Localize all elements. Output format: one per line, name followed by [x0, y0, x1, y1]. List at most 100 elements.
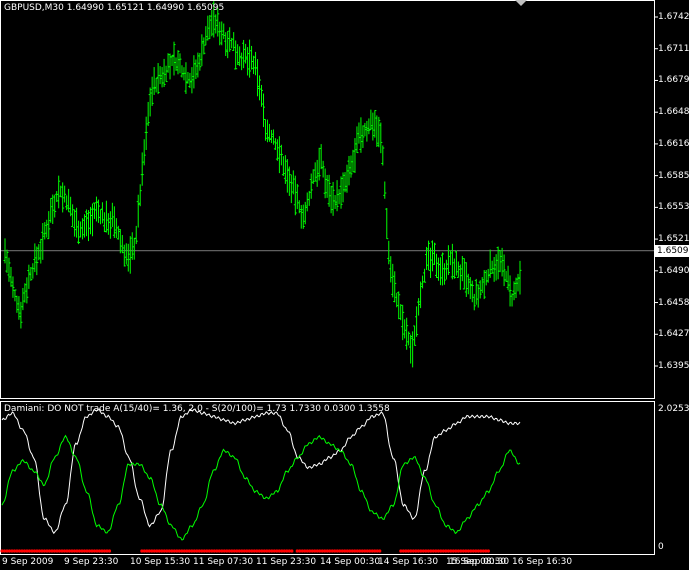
price-bar — [150, 76, 154, 106]
price-bar — [327, 174, 331, 207]
price-bar — [508, 275, 512, 307]
time-label: 14 Sep 00:30 — [320, 557, 381, 567]
price-bar — [472, 293, 476, 311]
price-bar — [100, 202, 104, 224]
price-bar — [375, 115, 379, 147]
price-bar — [462, 258, 466, 290]
price-bar — [202, 37, 206, 55]
price-bar — [63, 185, 67, 203]
price-bar — [357, 122, 361, 144]
red-band-segment — [399, 549, 490, 553]
price-bar — [395, 292, 399, 308]
price-bar — [47, 211, 51, 240]
price-bar — [246, 47, 250, 76]
price-label: 1.65530 — [658, 202, 689, 213]
price-bar — [190, 67, 194, 94]
price-bar — [309, 173, 313, 199]
price-bar — [367, 118, 371, 135]
price-bar — [166, 53, 170, 73]
price-bar — [325, 174, 329, 198]
price-bar — [337, 189, 341, 205]
price-bar — [452, 258, 456, 279]
price-bar — [454, 250, 458, 276]
time-label: 11 Sep 07:30 — [193, 557, 254, 567]
price-label: 1.66790 — [658, 75, 689, 86]
price-bar — [476, 284, 480, 308]
price-bar — [236, 44, 240, 65]
time-label: 11 Sep 23:30 — [256, 557, 317, 567]
price-bar — [434, 253, 438, 279]
price-bar — [37, 244, 41, 261]
price-bar — [182, 67, 186, 81]
price-bar — [87, 210, 91, 242]
price-bar — [442, 263, 446, 285]
price-bar — [468, 277, 472, 300]
price-label: 1.66160 — [658, 138, 689, 149]
price-bar — [482, 270, 486, 300]
price-bar — [90, 203, 94, 237]
chart-window[interactable] — [0, 0, 689, 570]
price-bar — [19, 301, 23, 329]
price-bar — [361, 125, 365, 149]
price-bar — [102, 212, 106, 233]
price-bar — [49, 197, 53, 223]
price-bar — [431, 240, 435, 272]
price-bar — [407, 331, 411, 346]
price-bar — [464, 262, 468, 297]
price-bar — [124, 243, 128, 265]
price-bar — [29, 266, 33, 281]
price-bar — [504, 270, 508, 282]
price-bar — [391, 263, 395, 298]
price-bar — [413, 325, 417, 346]
price-bar — [43, 222, 47, 240]
price-bar — [250, 45, 254, 70]
price-bar — [429, 247, 433, 278]
price-bar — [381, 145, 385, 166]
price-bar — [31, 263, 35, 279]
triangle-down-icon[interactable] — [515, 0, 527, 6]
price-bar — [293, 175, 297, 216]
price-bar — [5, 249, 9, 273]
price-bar — [126, 243, 130, 272]
price-bar — [512, 281, 516, 301]
price-bar — [490, 260, 494, 274]
price-bar — [83, 214, 87, 238]
price-bar — [448, 250, 452, 266]
price-bar — [77, 220, 81, 245]
price-bar — [186, 72, 190, 84]
price-bar — [343, 172, 347, 193]
indicator-scale-min: 0 — [658, 542, 664, 552]
price-label: 1.64580 — [658, 297, 689, 308]
price-bar — [73, 209, 77, 237]
price-bar — [144, 116, 148, 150]
price-bar — [305, 192, 309, 212]
price-bar — [13, 289, 17, 302]
price-bar — [174, 57, 178, 71]
price-bar — [319, 144, 323, 170]
price-bar — [222, 23, 226, 40]
price-bar — [269, 129, 273, 144]
price-bar — [349, 155, 353, 178]
price-bar — [230, 37, 234, 49]
price-bar — [425, 246, 429, 270]
price-bar — [369, 109, 373, 130]
price-bar — [466, 273, 470, 295]
price-bar — [71, 204, 75, 228]
price-bar — [373, 110, 377, 138]
price-bar — [285, 159, 289, 193]
price-bar — [81, 218, 85, 240]
price-bar — [387, 240, 391, 265]
price-bars — [3, 1, 522, 368]
price-bar — [256, 59, 260, 97]
price-bar — [389, 256, 393, 283]
price-bar — [301, 204, 305, 229]
bid-price-badge: 1.65095 — [655, 244, 689, 257]
price-bar — [108, 211, 112, 239]
price-bar — [11, 276, 15, 298]
price-bar — [254, 51, 258, 76]
price-bar — [484, 270, 488, 286]
price-bar — [339, 176, 343, 209]
price-bar — [321, 160, 325, 178]
price-bar — [283, 155, 287, 184]
price-bar — [184, 62, 188, 94]
